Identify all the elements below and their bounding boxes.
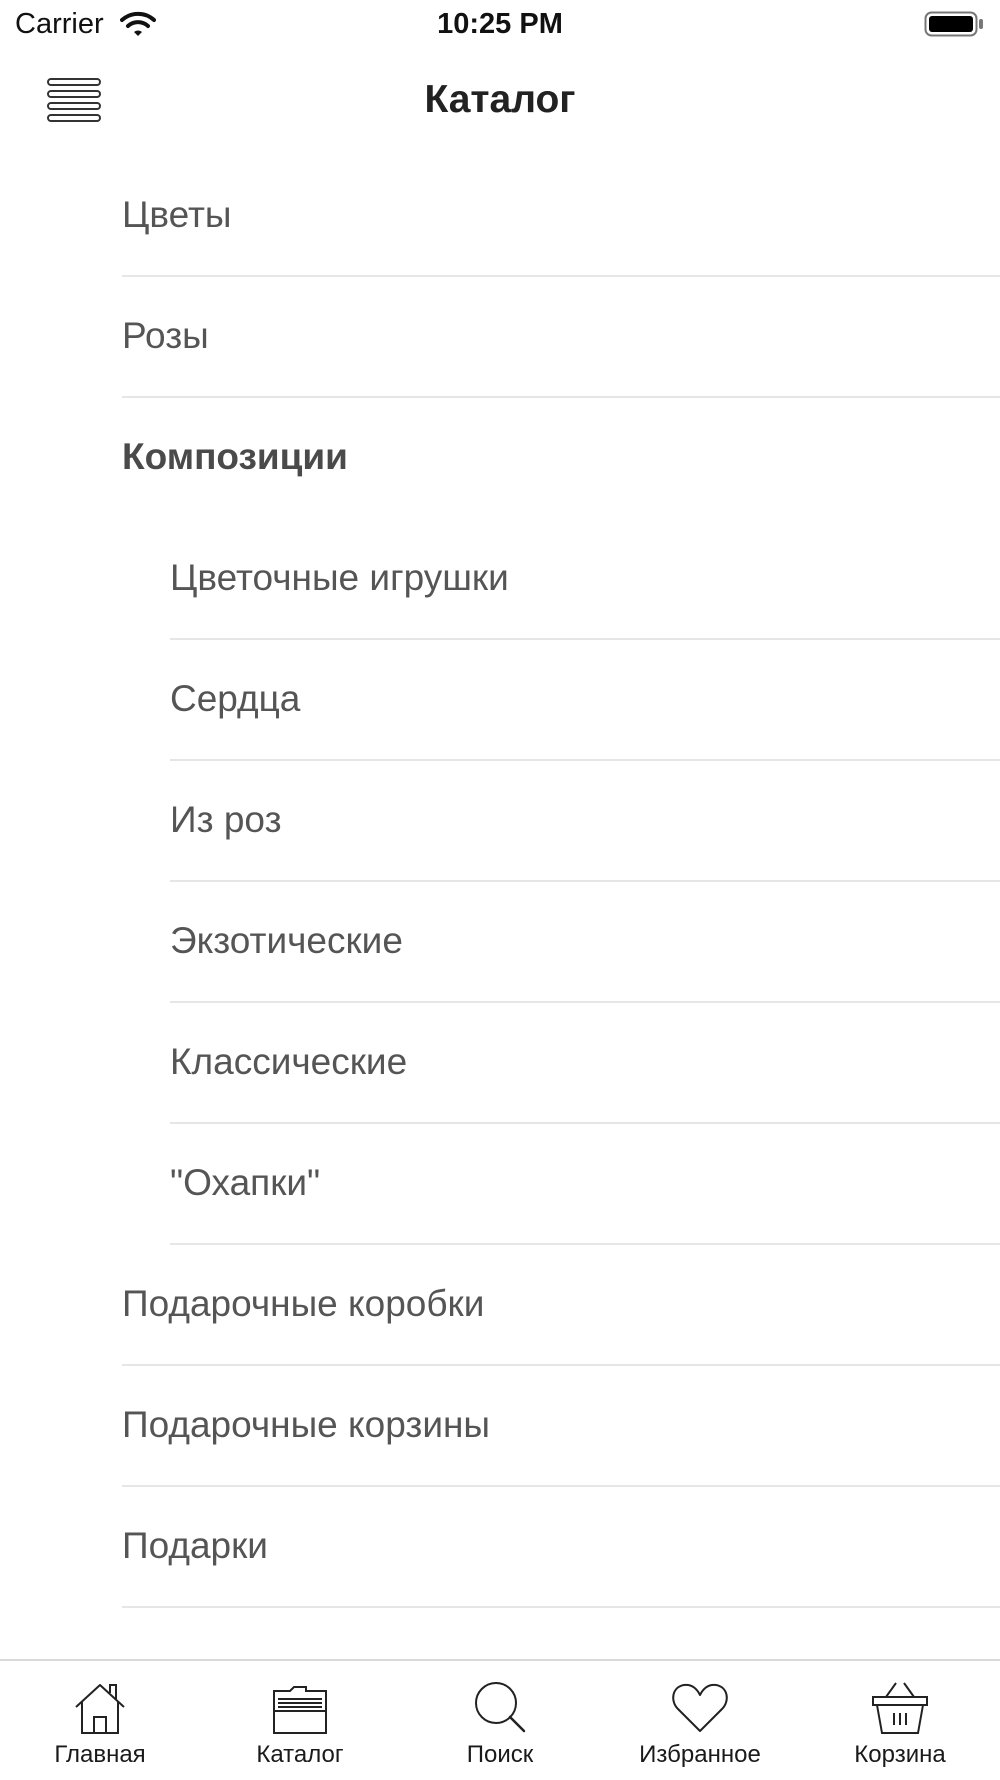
catalog-item-label: Подарочные корзины: [122, 1404, 491, 1445]
status-time: 10:25 PM: [437, 8, 563, 40]
catalog-item-label: Цветы: [122, 194, 232, 235]
catalog-item-label: Розы: [122, 315, 209, 356]
heart-icon: [672, 1683, 728, 1732]
tab-label: Поиск: [466, 1741, 534, 1768]
catalog-item-flowers[interactable]: Цветы: [0, 156, 1000, 277]
tab-cart[interactable]: Корзина: [800, 1661, 1000, 1780]
tab-bar: Главная Каталог Поиск Избранное Корзина: [0, 1659, 1000, 1780]
tab-catalog[interactable]: Каталог: [200, 1661, 400, 1780]
catalog-item-label: Подарки: [122, 1525, 268, 1566]
catalog-item-gifts[interactable]: Подарки: [0, 1487, 1000, 1608]
catalog-item-gift-baskets[interactable]: Подарочные корзины: [0, 1366, 1000, 1487]
folder-icon: [273, 1686, 327, 1734]
catalog-subitem-armfuls[interactable]: "Охапки": [0, 1124, 1000, 1245]
search-icon: [475, 1682, 526, 1733]
tab-home[interactable]: Главная: [0, 1661, 200, 1780]
tab-label: Корзина: [854, 1741, 946, 1768]
catalog-item-roses[interactable]: Розы: [0, 277, 1000, 398]
catalog-subitem-exotic[interactable]: Экзотические: [0, 882, 1000, 1003]
catalog-item-label: Сердца: [170, 678, 301, 719]
tab-favorites[interactable]: Избранное: [600, 1661, 800, 1780]
catalog-subitem-flower-toys[interactable]: Цветочные игрушки: [0, 519, 1000, 640]
catalog-subitem-from-roses[interactable]: Из роз: [0, 761, 1000, 882]
catalog-item-label: Классические: [170, 1041, 408, 1082]
catalog-item-label: Композиции: [122, 436, 348, 477]
catalog-item-label: Подарочные коробки: [122, 1283, 485, 1324]
catalog-item-compositions[interactable]: Композиции: [0, 398, 1000, 519]
status-bar: Carrier 10:25 PM: [0, 0, 1000, 50]
catalog-item-gift-boxes[interactable]: Подарочные коробки: [0, 1245, 1000, 1366]
basket-icon: [872, 1682, 928, 1734]
catalog-subitem-classic[interactable]: Классические: [0, 1003, 1000, 1124]
divider: [122, 1606, 1000, 1608]
catalog-item-label: Цветочные игрушки: [170, 557, 509, 598]
tab-search[interactable]: Поиск: [400, 1661, 600, 1780]
catalog-item-label: Экзотические: [170, 920, 403, 961]
battery-icon: [924, 11, 983, 37]
catalog-subitem-hearts[interactable]: Сердца: [0, 640, 1000, 761]
home-icon: [75, 1684, 125, 1734]
page-title: Каталог: [424, 78, 576, 121]
tab-label: Главная: [54, 1741, 146, 1768]
tab-label: Избранное: [639, 1741, 761, 1768]
catalog-item-label: "Охапки": [170, 1162, 321, 1203]
catalog-item-label: Из роз: [170, 799, 282, 840]
tab-label: Каталог: [256, 1741, 344, 1768]
